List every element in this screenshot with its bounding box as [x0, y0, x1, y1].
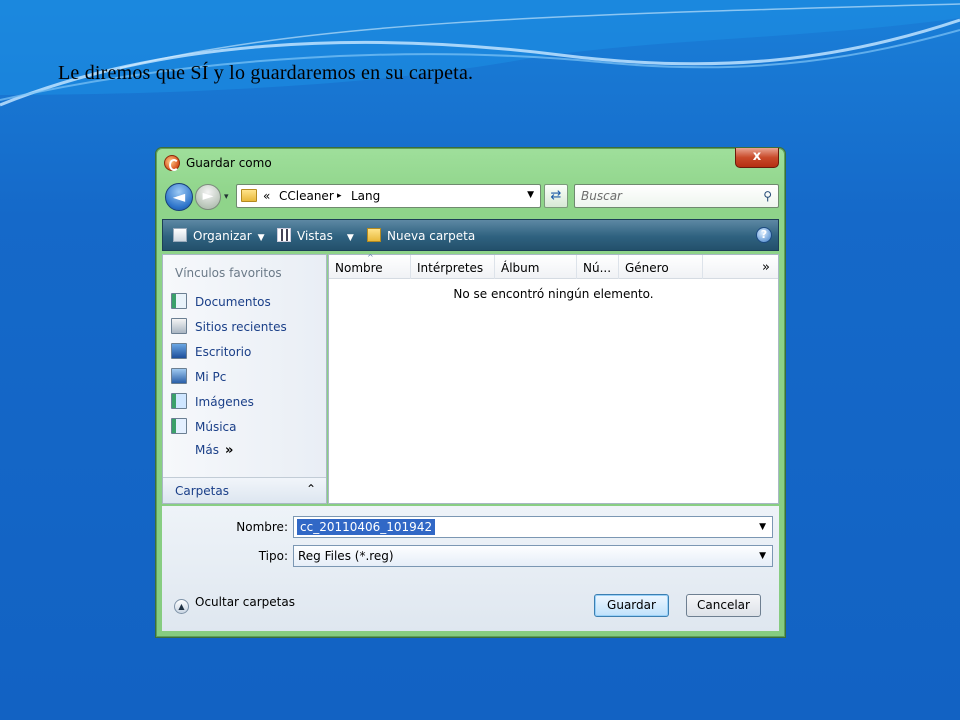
new-folder-button[interactable]: Nueva carpeta — [367, 228, 475, 243]
cancel-button[interactable]: Cancelar — [686, 594, 761, 617]
computer-icon — [171, 368, 187, 384]
address-bar[interactable]: « CCleaner ▸ Lang ▼ — [236, 184, 541, 208]
pictures-icon — [171, 393, 187, 409]
collapse-up-icon: ▲ — [174, 599, 189, 614]
file-type-dropdown-icon[interactable]: ▼ — [759, 551, 766, 561]
navigation-pane: Vínculos favoritos Documentos Sitios rec… — [162, 254, 327, 504]
favorite-recent-places[interactable]: Sitios recientes — [171, 318, 287, 338]
search-box[interactable]: Buscar ⚲ — [574, 184, 779, 208]
file-type-select[interactable]: Reg Files (*.reg) ▼ — [293, 545, 773, 567]
save-button[interactable]: Guardar — [594, 594, 669, 617]
favorite-label: Imágenes — [195, 395, 254, 409]
views-label: Vistas — [297, 229, 333, 243]
favorite-documents[interactable]: Documentos — [171, 293, 271, 313]
new-folder-label: Nueva carpeta — [387, 229, 476, 243]
slide-caption: Le diremos que SÍ y lo guardaremos en su… — [58, 62, 474, 84]
dialog-title: Guardar como — [186, 156, 272, 170]
favorite-computer[interactable]: Mi Pc — [171, 368, 226, 388]
column-header-name[interactable]: ^ Nombre — [329, 253, 411, 279]
save-options-panel: Nombre: cc_20110406_101942 ▼ Tipo: Reg F… — [162, 506, 779, 631]
more-columns-icon[interactable]: » — [762, 260, 770, 275]
music-icon — [171, 418, 187, 434]
forward-button[interactable]: ► — [195, 184, 221, 210]
app-icon — [164, 155, 180, 171]
favorite-label: Sitios recientes — [195, 320, 287, 334]
folder-icon — [241, 189, 257, 202]
organize-icon — [173, 228, 187, 242]
file-name-dropdown-icon[interactable]: ▼ — [759, 522, 766, 532]
column-header-number[interactable]: Nú... — [577, 255, 619, 279]
refresh-button[interactable]: ⇄ — [544, 184, 568, 208]
favorite-desktop[interactable]: Escritorio — [171, 343, 251, 363]
back-button[interactable]: ◄ — [165, 183, 193, 211]
empty-list-message: No se encontró ningún elemento. — [453, 287, 654, 301]
recent-places-icon — [171, 318, 187, 334]
column-header-genre[interactable]: Género — [619, 255, 703, 279]
views-dropdown-icon: ▼ — [346, 233, 354, 243]
more-chevron-icon: » — [224, 443, 234, 458]
file-list-pane: ^ Nombre Intérpretes Álbum Nú... Género »… — [328, 253, 779, 504]
column-header-artists[interactable]: Intérpretes — [411, 255, 495, 279]
more-favorites-link[interactable]: Más » — [195, 443, 233, 458]
file-type-value: Reg Files (*.reg) — [298, 549, 394, 563]
favorite-label: Mi Pc — [195, 370, 227, 384]
folders-toggle[interactable]: Carpetas ⌃ — [163, 477, 326, 503]
file-name-field[interactable]: cc_20110406_101942 ▼ — [293, 516, 773, 538]
breadcrumb-overflow[interactable]: « — [263, 189, 270, 203]
organize-dropdown-icon: ▼ — [257, 233, 265, 243]
favorite-label: Música — [195, 420, 237, 434]
hide-folders-label: Ocultar carpetas — [195, 595, 295, 609]
help-icon[interactable]: ? — [756, 227, 772, 243]
navigation-bar: ◄ ► ▾ « CCleaner ▸ Lang ▼ ⇄ Buscar ⚲ — [162, 180, 779, 214]
dialog-titlebar[interactable]: Guardar como x — [156, 148, 785, 180]
search-input[interactable]: Buscar — [581, 189, 622, 203]
address-dropdown-icon[interactable]: ▼ — [527, 190, 534, 200]
history-dropdown-icon[interactable]: ▾ — [224, 192, 229, 202]
breadcrumb-separator-icon[interactable]: ▸ — [337, 191, 342, 201]
column-header-album[interactable]: Álbum — [495, 255, 577, 279]
save-as-dialog: Guardar como x ◄ ► ▾ « CCleaner ▸ Lang ▼… — [155, 147, 786, 638]
new-folder-icon — [367, 228, 381, 242]
file-name-label: Nombre: — [236, 520, 288, 534]
hide-folders-button[interactable]: ▲ Ocultar carpetas — [174, 595, 295, 614]
breadcrumb-ccleaner[interactable]: CCleaner — [279, 189, 334, 203]
desktop-icon — [171, 343, 187, 359]
favorite-label: Documentos — [195, 295, 271, 309]
documents-icon — [171, 293, 187, 309]
more-label: Más — [195, 443, 219, 457]
views-icon — [277, 228, 291, 242]
chevron-up-icon[interactable]: ⌃ — [306, 482, 316, 496]
organize-button[interactable]: Organizar ▼ — [173, 228, 265, 243]
favorite-music[interactable]: Música — [171, 418, 237, 438]
command-toolbar: Organizar ▼ Vistas ▼ Nueva carpeta ? — [162, 219, 779, 251]
folders-label: Carpetas — [175, 484, 229, 498]
favorite-pictures[interactable]: Imágenes — [171, 393, 254, 413]
organize-label: Organizar — [193, 229, 252, 243]
file-type-label: Tipo: — [258, 549, 288, 563]
sort-ascending-icon: ^ — [367, 253, 374, 262]
search-icon[interactable]: ⚲ — [763, 189, 772, 203]
file-name-input[interactable]: cc_20110406_101942 — [297, 519, 436, 535]
column-label: Nombre — [335, 261, 383, 275]
column-header-row: ^ Nombre Intérpretes Álbum Nú... Género » — [329, 253, 778, 279]
favorites-title: Vínculos favoritos — [175, 266, 282, 280]
favorite-label: Escritorio — [195, 345, 252, 359]
breadcrumb-lang[interactable]: Lang — [351, 189, 380, 203]
close-button[interactable]: x — [735, 148, 779, 168]
views-button[interactable]: Vistas ▼ — [277, 228, 354, 243]
